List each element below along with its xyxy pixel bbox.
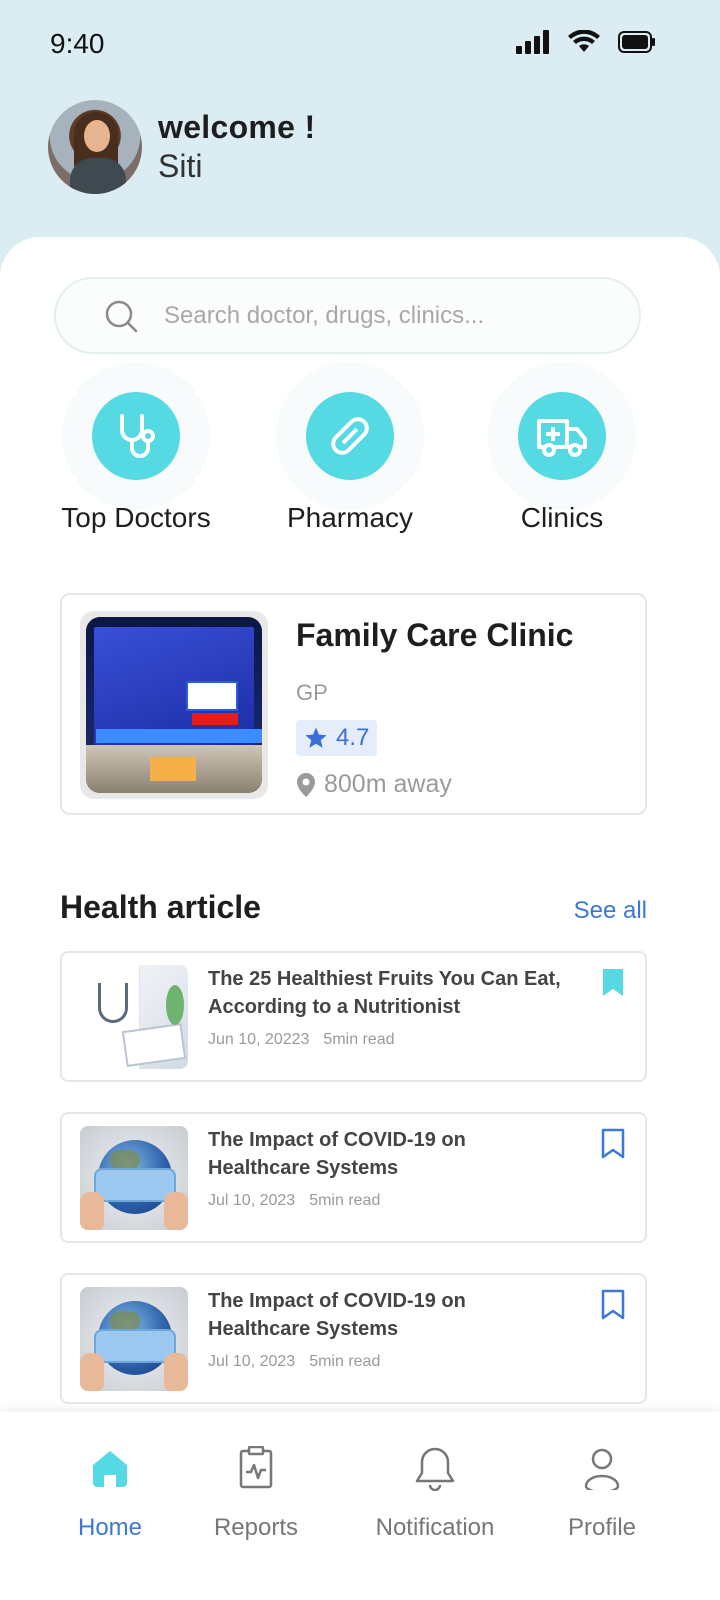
home-icon <box>93 1451 127 1487</box>
star-icon <box>305 727 327 748</box>
clinic-image <box>80 611 268 799</box>
bottom-nav: Home Reports Notification Profile <box>0 1412 720 1600</box>
clinic-type: GP <box>296 680 328 705</box>
clinic-info: Family Care Clinic GP 4.7 800m away <box>296 617 573 799</box>
article-date: Jul 10, 2023 <box>208 1353 296 1370</box>
category-circle <box>92 392 180 480</box>
signal-icon <box>516 30 549 54</box>
section-title: Health article <box>60 889 261 925</box>
nav-home[interactable]: Home <box>30 1442 190 1542</box>
nav-profile[interactable]: Profile <box>522 1442 682 1542</box>
nav-label: Reports <box>213 1514 299 1541</box>
ambulance-icon <box>537 419 587 457</box>
user-name: Siti <box>158 148 203 184</box>
rating-value: 4.7 <box>336 724 370 751</box>
article-title: The Impact of COVID-19 on Healthcare Sys… <box>208 1290 466 1340</box>
article-thumbnail <box>80 965 188 1069</box>
nav-label: Home <box>77 1514 143 1541</box>
article-date: Jul 10, 2023 <box>208 1192 296 1209</box>
avatar[interactable] <box>48 100 142 194</box>
search-bar[interactable] <box>54 277 641 354</box>
greeting: welcome ! Siti <box>158 109 315 185</box>
category-label: Clinics <box>520 502 604 533</box>
see-all-link[interactable]: See all <box>574 897 647 925</box>
nav-reports[interactable]: Reports <box>176 1442 336 1542</box>
article-read-time: 5min read <box>309 1353 381 1370</box>
battery-icon <box>618 31 655 53</box>
status-icons <box>516 30 656 54</box>
pill-icon <box>331 417 369 455</box>
article-meta: Jun 10, 20223 5min read <box>208 1031 395 1049</box>
article-read-time: 5min read <box>323 1031 395 1048</box>
article-read-time: 5min read <box>309 1192 381 1209</box>
article-meta: Jul 10, 2023 5min read <box>208 1192 380 1210</box>
bell-icon <box>415 1447 455 1491</box>
category-label: Pharmacy <box>286 502 414 533</box>
nav-notification[interactable]: Notification <box>355 1442 515 1542</box>
status-time: 9:40 <box>50 28 105 59</box>
rating-badge: 4.7 <box>296 720 378 756</box>
distance-text: 800m away <box>324 770 452 798</box>
category-circle <box>518 392 606 480</box>
featured-clinic-card[interactable]: Family Care Clinic GP 4.7 800m away <box>60 593 647 815</box>
article-card[interactable]: The Impact of COVID-19 on Healthcare Sys… <box>60 1273 647 1404</box>
health-article-header: Health article See all <box>60 889 647 926</box>
bookmark-filled-icon[interactable] <box>599 967 627 999</box>
status-bar: 9:40 <box>0 0 720 90</box>
article-title: The Impact of COVID-19 on Healthcare Sys… <box>208 1129 466 1179</box>
article-date: Jun 10, 20223 <box>208 1031 310 1048</box>
user-header: welcome ! Siti <box>48 100 315 194</box>
stethoscope-icon <box>120 414 155 458</box>
article-title: The 25 Healthiest Fruits You Can Eat, Ac… <box>208 968 561 1018</box>
wifi-icon <box>568 30 600 52</box>
category-top-doctors[interactable]: Top Doctors <box>36 392 236 534</box>
article-thumbnail <box>80 1126 188 1230</box>
search-icon <box>105 300 138 332</box>
article-card[interactable]: The Impact of COVID-19 on Healthcare Sys… <box>60 1112 647 1243</box>
clinic-name: Family Care Clinic <box>296 617 574 653</box>
category-pharmacy[interactable]: Pharmacy <box>250 392 450 534</box>
distance: 800m away <box>296 770 573 799</box>
location-pin-icon <box>297 772 315 797</box>
welcome-text: welcome ! <box>158 109 316 145</box>
category-label: Top Doctors <box>61 502 211 533</box>
profile-icon <box>584 1448 620 1490</box>
reports-icon <box>239 1446 273 1489</box>
nav-label: Notification <box>375 1514 495 1541</box>
bookmark-icon[interactable] <box>599 1128 627 1160</box>
category-clinics[interactable]: Clinics <box>462 392 662 534</box>
nav-label: Profile <box>567 1514 637 1541</box>
search-input[interactable] <box>164 301 604 330</box>
article-meta: Jul 10, 2023 5min read <box>208 1353 380 1371</box>
article-thumbnail <box>80 1287 188 1391</box>
article-card[interactable]: The 25 Healthiest Fruits You Can Eat, Ac… <box>60 951 647 1082</box>
main-sheet: Top Doctors Pharmacy <box>0 237 720 1600</box>
bookmark-icon[interactable] <box>599 1289 627 1321</box>
category-circle <box>306 392 394 480</box>
category-row: Top Doctors Pharmacy Clinics <box>0 392 720 552</box>
